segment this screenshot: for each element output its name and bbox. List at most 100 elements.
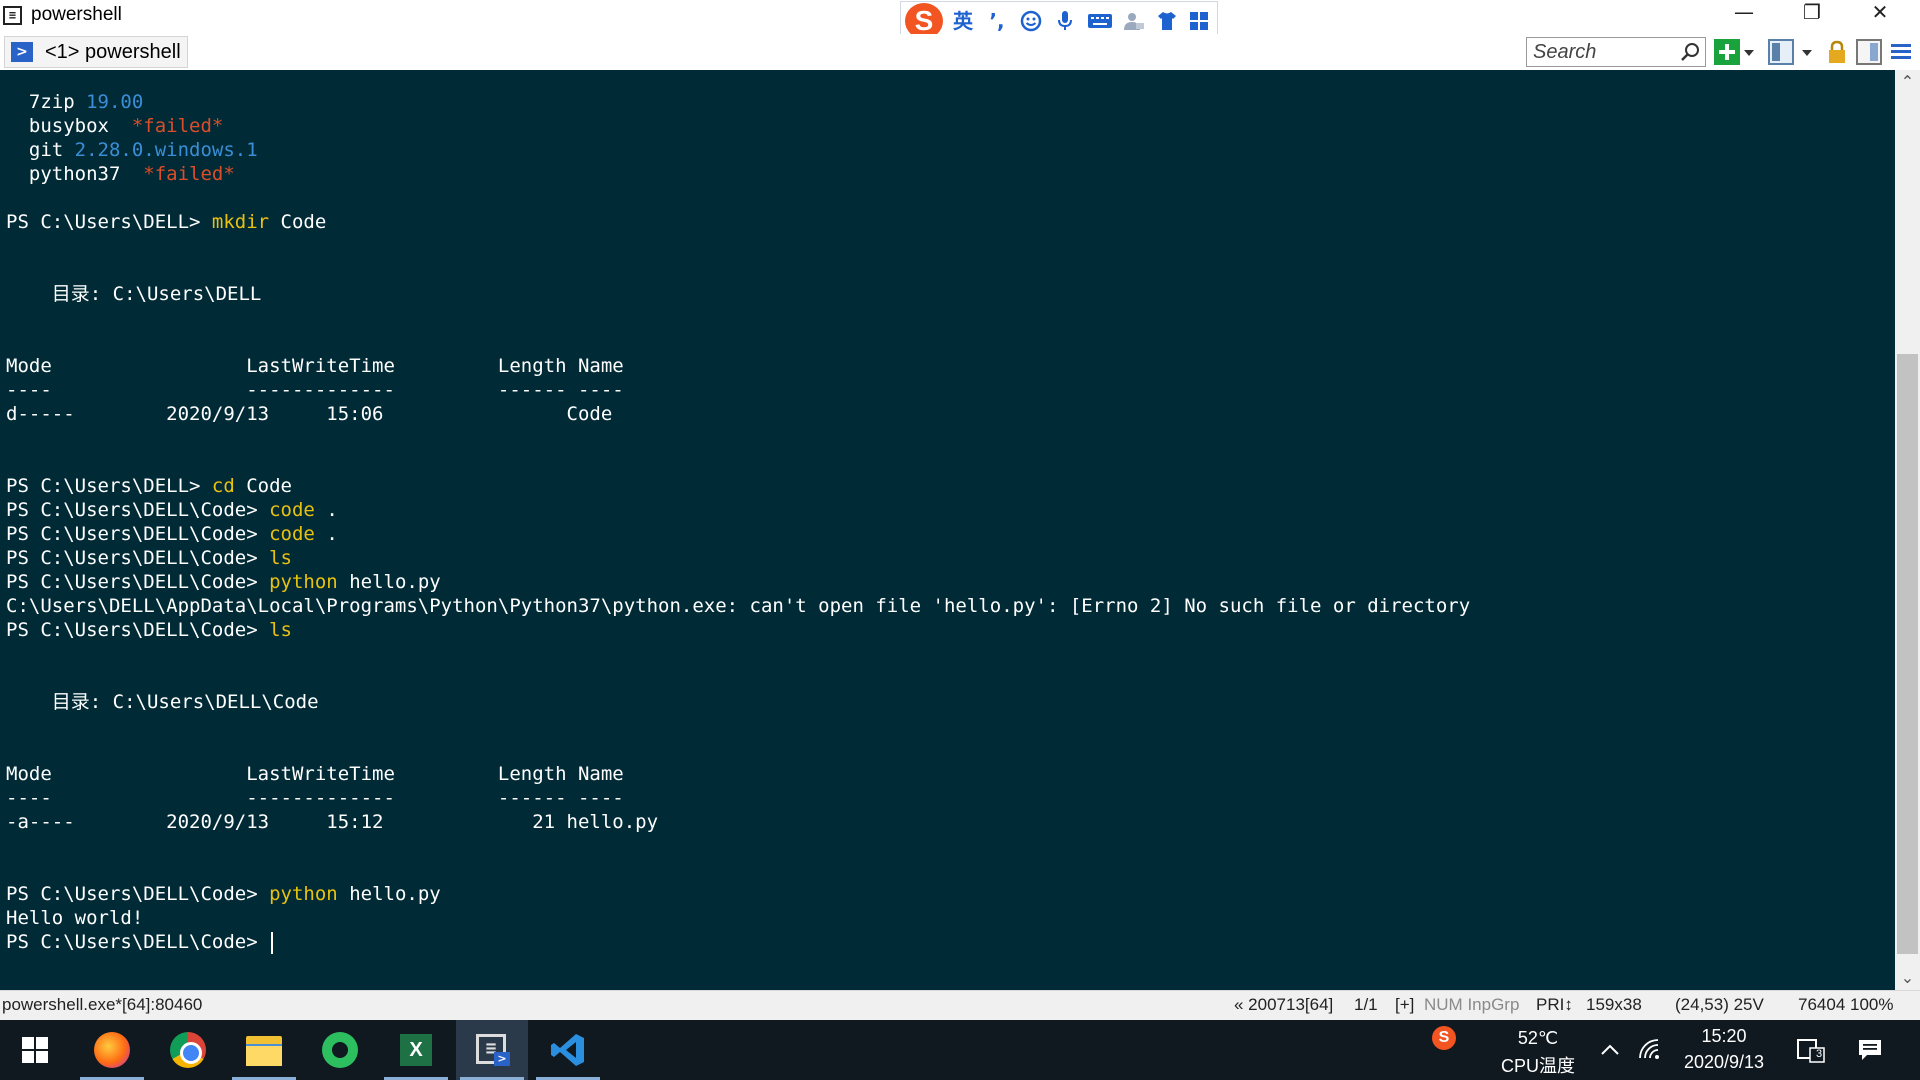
scroll-down-icon[interactable]: ⌄ [1895,966,1920,990]
ime-lang-toggle[interactable]: 英 [951,9,975,33]
status-indicators[interactable]: NUM InpGrp [1424,995,1519,1015]
ime-punctuation-toggle[interactable]: ’, [985,9,1009,33]
console-text: ---- ------------- ------ ---- [6,379,624,401]
status-memory[interactable]: 76404 100% [1798,995,1893,1015]
console-scrollbar[interactable]: ⌃ ⌄ [1895,70,1920,990]
powershell-icon: > [11,42,33,62]
console-text: Mode LastWriteTime Length Name [6,763,624,785]
console-text: git [6,139,75,161]
vscode-icon[interactable] [532,1020,604,1080]
search-icon[interactable] [1679,41,1701,63]
text-cursor [271,931,274,954]
action-center-icon[interactable] [1856,1036,1884,1064]
search-input[interactable]: Search [1526,37,1706,67]
console-text: 目录: C:\Users\DELL\Code [6,691,319,713]
status-process[interactable]: powershell.exe*[64]:80460 [2,995,202,1015]
console-text: PS C:\Users\DELL\Code> [6,619,270,641]
grid-icon[interactable] [1187,9,1211,33]
windows-start-icon[interactable] [0,1020,72,1080]
console-line: Mode LastWriteTime Length Name [6,354,624,378]
clock-date[interactable]: 2020/9/13 [1670,1052,1778,1073]
evernote-icon[interactable] [304,1020,376,1080]
console-text: PS C:\Users\DELL> [6,211,212,233]
console-text: Mode LastWriteTime Length Name [6,355,624,377]
console-line: PS C:\Users\DELL> mkdir Code [6,210,326,234]
console-token-yel: cd [211,475,235,497]
console-line: C:\Users\DELL\AppData\Local\Programs\Pyt… [6,594,1470,618]
file-explorer-icon[interactable] [228,1020,300,1080]
console-text: PS C:\Users\DELL\Code> [6,523,270,545]
firefox-icon[interactable] [76,1020,148,1080]
keyboard-icon[interactable] [1087,9,1112,33]
layout-dropdown-icon[interactable] [1800,39,1814,65]
lock-icon[interactable] [1824,39,1850,65]
console-line: 目录: C:\Users\DELL [6,282,262,306]
excel-icon[interactable]: X [380,1020,452,1080]
smile-icon[interactable] [1019,9,1043,33]
wifi-icon[interactable] [1636,1036,1664,1064]
console-text: busybox [6,115,132,137]
panel-icon[interactable] [1856,39,1882,65]
console-line: -a---- 2020/9/13 15:12 21 hello.py [6,810,658,834]
console-line: ---- ------------- ------ ---- [6,378,624,402]
console-output[interactable]: 7zip 19.00 busybox *failed* git 2.28.0.w… [0,70,1895,990]
console-line: Mode LastWriteTime Length Name [6,762,624,786]
task-view-icon[interactable]: 3 [1796,1036,1826,1064]
status-build[interactable]: « 200713[64] [1234,995,1333,1015]
console-text: . [314,499,338,521]
minimize-button[interactable]: — [1710,0,1778,34]
taskbar: X ≡ > S 52℃ CPU温度 15:20 2020/9/13 3 [0,1020,1920,1080]
console-text: PS C:\Users\DELL\Code> [6,571,270,593]
console-token-yel: code [269,523,315,545]
console-text: Code [234,475,292,497]
console-text: PS C:\Users\DELL> [6,475,212,497]
menu-icon[interactable] [1888,39,1914,65]
restore-button[interactable]: ❐ [1778,0,1846,34]
console-token-blu: 2.28.0.windows.1 [74,139,258,161]
app-icon: ≡ [3,6,22,25]
new-console-dropdown-icon[interactable] [1742,39,1756,65]
layout-icon[interactable] [1768,39,1794,65]
console-line: 7zip 19.00 [6,90,143,114]
chevron-up-icon[interactable] [1598,1038,1622,1062]
console-line: 目录: C:\Users\DELL\Code [6,690,319,714]
user-icon[interactable] [1121,9,1145,33]
search-placeholder: Search [1533,41,1597,63]
console-line: python37 *failed* [6,162,235,186]
window-title: powershell [31,4,122,25]
console-text: hello.py [337,883,441,905]
status-size[interactable]: 159x38 [1586,995,1642,1015]
scroll-up-icon[interactable]: ⌃ [1895,70,1920,94]
console-line: ---- ------------- ------ ---- [6,786,624,810]
shirt-icon[interactable] [1155,9,1179,33]
console-line: busybox *failed* [6,114,223,138]
conemu-icon[interactable]: ≡ > [456,1020,528,1080]
console-line: PS C:\Users\DELL\Code> ls [6,546,292,570]
status-cursor[interactable]: (24,53) 25V [1675,995,1764,1015]
console-token-blu: 19.00 [86,91,144,113]
chrome-icon[interactable] [152,1020,224,1080]
scroll-thumb[interactable] [1897,354,1918,954]
console-line: Hello world! [6,906,143,930]
console-text: PS C:\Users\DELL\Code> [6,547,270,569]
console-token-yel: python [269,883,338,905]
status-priority[interactable]: PRI↕ [1536,995,1573,1015]
console-line: d----- 2020/9/13 15:06 Code [6,402,612,426]
console-text: Hello world! [6,907,144,929]
clock-time[interactable]: 15:20 [1670,1026,1778,1047]
console-token-yel: code [269,499,315,521]
excel-letter: X [400,1034,432,1066]
microphone-icon[interactable] [1053,9,1077,33]
console-text: Code [269,211,327,233]
console-line: PS C:\Users\DELL> cd Code [6,474,292,498]
console-text: -a---- 2020/9/13 15:12 21 hello.py [6,811,659,833]
notification-count: 3 [1815,1048,1823,1060]
console-line: PS C:\Users\DELL\Code> [6,930,274,954]
status-plus[interactable]: [+] [1395,995,1414,1015]
sogou-tray-icon[interactable]: S [1432,1026,1456,1050]
status-pane[interactable]: 1/1 [1354,995,1378,1015]
console-line: PS C:\Users\DELL\Code> ls [6,618,292,642]
close-button[interactable]: ✕ [1846,0,1914,34]
new-console-icon[interactable] [1714,39,1740,65]
tab-powershell[interactable]: > <1> powershell [4,36,188,68]
